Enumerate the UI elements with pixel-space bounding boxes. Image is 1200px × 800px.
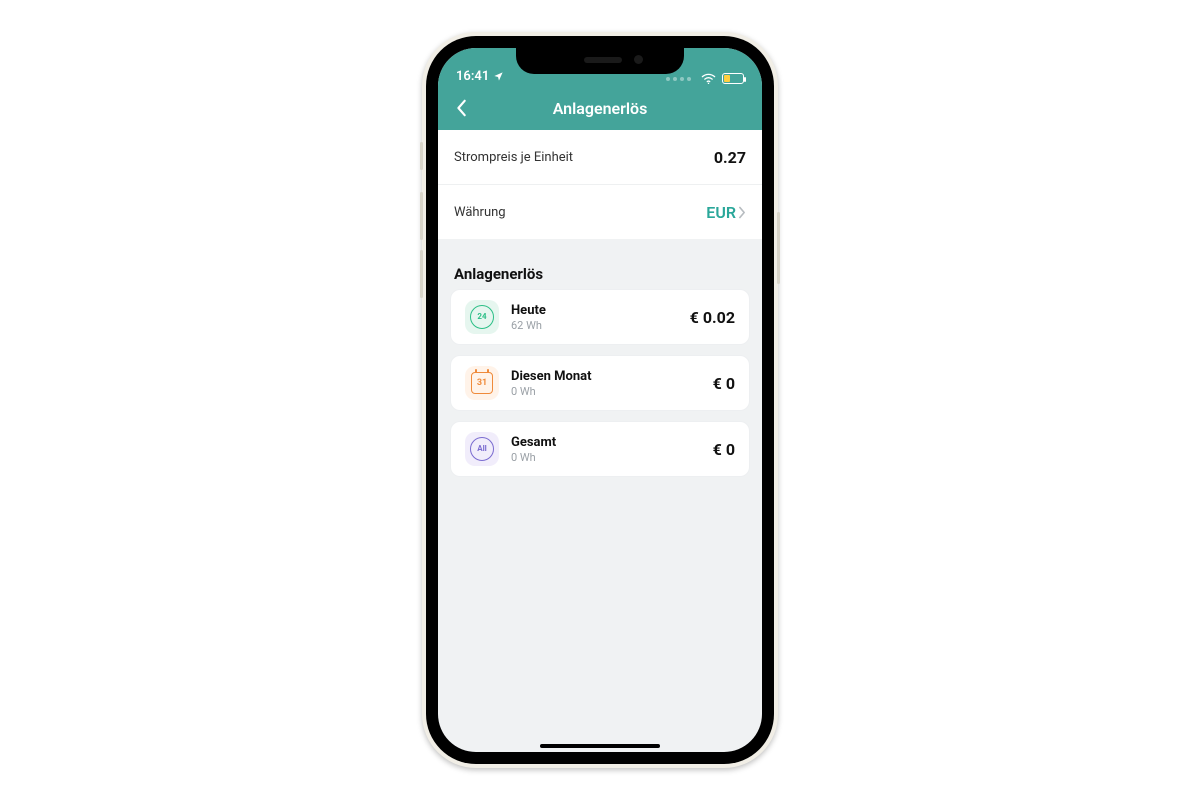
currency-row[interactable]: Währung EUR <box>438 184 762 239</box>
card-today[interactable]: 24 Heute 62 Wh € 0.02 <box>450 289 750 345</box>
phone-side-button <box>777 212 780 284</box>
screen: 16:41 <box>438 48 762 752</box>
signal-dots-icon <box>666 77 691 81</box>
card-value: € 0.02 <box>690 308 735 327</box>
page-title: Anlagenerlös <box>553 99 648 118</box>
chevron-right-icon <box>738 206 746 219</box>
status-time: 16:41 <box>456 69 489 84</box>
phone-side-button <box>420 192 423 240</box>
phone-side-button <box>420 142 423 170</box>
price-per-unit-label: Strompreis je Einheit <box>454 150 573 165</box>
card-value: € 0 <box>713 374 735 393</box>
battery-icon <box>722 73 744 84</box>
all-icon: All <box>465 432 499 466</box>
price-per-unit-row[interactable]: Strompreis je Einheit 0.27 <box>438 130 762 184</box>
chevron-left-icon <box>456 99 468 117</box>
calendar-icon: 31 <box>465 366 499 400</box>
wifi-icon <box>701 73 716 84</box>
phone-side-button <box>420 250 423 298</box>
card-title: Gesamt <box>511 435 701 450</box>
card-subtitle: 62 Wh <box>511 319 678 332</box>
back-button[interactable] <box>448 94 476 122</box>
card-value: € 0 <box>713 440 735 459</box>
settings-group: Strompreis je Einheit 0.27 Währung EUR <box>438 130 762 239</box>
phone-frame: 16:41 <box>422 32 778 768</box>
section-title: Anlagenerlös <box>438 251 762 289</box>
card-subtitle: 0 Wh <box>511 451 701 464</box>
currency-label: Währung <box>454 205 506 220</box>
home-indicator[interactable] <box>540 744 660 748</box>
location-icon <box>493 71 504 82</box>
card-title: Heute <box>511 303 678 318</box>
phone-notch <box>516 48 684 74</box>
price-per-unit-value: 0.27 <box>714 148 746 167</box>
card-month[interactable]: 31 Diesen Monat 0 Wh € 0 <box>450 355 750 411</box>
card-total[interactable]: All Gesamt 0 Wh € 0 <box>450 421 750 477</box>
card-subtitle: 0 Wh <box>511 385 701 398</box>
revenue-cards: 24 Heute 62 Wh € 0.02 31 Diesen <box>438 289 762 493</box>
navbar: Anlagenerlös <box>438 86 762 130</box>
currency-value: EUR <box>706 203 736 222</box>
today-icon: 24 <box>465 300 499 334</box>
card-title: Diesen Monat <box>511 369 701 384</box>
